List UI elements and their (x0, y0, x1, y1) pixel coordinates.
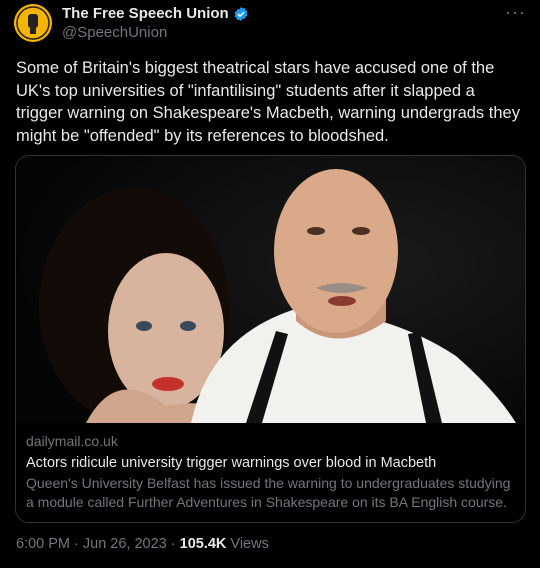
card-meta: dailymail.co.uk Actors ridicule universi… (26, 433, 515, 512)
avatar[interactable] (14, 4, 52, 42)
author-handle[interactable]: @SpeechUnion (62, 24, 500, 41)
tweet-text: Some of Britain's biggest theatrical sta… (16, 59, 520, 145)
card-domain: dailymail.co.uk (26, 433, 118, 449)
card-image (16, 156, 525, 423)
more-options-icon[interactable]: ··· (505, 2, 526, 23)
card-title[interactable]: Actors ridicule university trigger warni… (26, 455, 515, 471)
card-description: Queen's University Belfast has issued th… (26, 475, 511, 510)
fist-logo-icon (14, 4, 52, 42)
verified-badge-icon (234, 6, 248, 21)
views-label: Views (226, 536, 269, 552)
tweet-footer: 6:00 PM · Jun 26, 2023 · 105.4K Views (16, 536, 269, 552)
author-name[interactable]: The Free Speech Union (62, 5, 229, 22)
link-card[interactable]: dailymail.co.uk Actors ridicule universi… (15, 155, 526, 523)
tweet-header: The Free Speech Union @SpeechUnion (62, 5, 500, 41)
views-count[interactable]: 105.4K (180, 536, 227, 552)
tweet-timestamp[interactable]: 6:00 PM · Jun 26, 2023 · (16, 536, 180, 552)
